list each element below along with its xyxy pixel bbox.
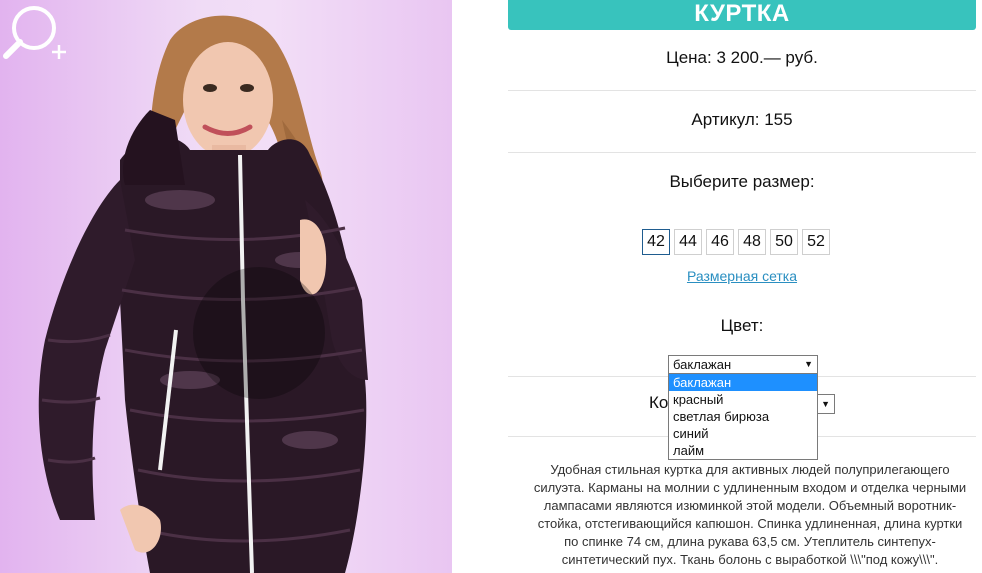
size-option-48[interactable]: 48 <box>738 229 766 255</box>
product-info-panel: КУРТКА Цена: 3 200.— руб. Артикул: 155 В… <box>508 0 976 573</box>
size-option-42[interactable]: 42 <box>642 229 670 255</box>
product-article: Артикул: 155 <box>691 110 793 129</box>
zoom-overlay[interactable] <box>193 267 325 399</box>
size-option-50[interactable]: 50 <box>770 229 798 255</box>
color-option-lime[interactable]: лайм <box>669 442 817 459</box>
color-option-red[interactable]: красный <box>669 391 817 408</box>
zoom-in-magnifier-icon[interactable] <box>0 0 72 72</box>
chevron-down-icon: ▼ <box>821 399 830 409</box>
size-option-44[interactable]: 44 <box>674 229 702 255</box>
quantity-label: Ко <box>649 393 669 412</box>
color-option-blue[interactable]: синий <box>669 425 817 442</box>
product-price: Цена: 3 200.— руб. <box>666 48 818 67</box>
size-selector: 42 44 46 48 50 52 <box>642 229 830 255</box>
color-option-eggplant[interactable]: баклажан <box>669 374 817 391</box>
size-option-52[interactable]: 52 <box>802 229 830 255</box>
chevron-down-icon: ▼ <box>804 359 813 369</box>
color-select[interactable]: баклажан ▼ <box>668 355 818 374</box>
divider <box>508 90 976 91</box>
size-option-46[interactable]: 46 <box>706 229 734 255</box>
product-photo[interactable] <box>0 0 452 573</box>
color-select-value: баклажан <box>673 357 732 372</box>
size-prompt: Выберите размер: <box>669 172 815 191</box>
color-dropdown-list[interactable]: баклажан красный светлая бирюза синий ла… <box>668 373 818 460</box>
divider <box>508 152 976 153</box>
color-option-light-turquoise[interactable]: светлая бирюза <box>669 408 817 425</box>
color-label: Цвет: <box>720 316 764 335</box>
product-description: Удобная стильная куртка для активных люд… <box>533 462 967 567</box>
size-chart-link[interactable]: Размерная сетка <box>508 268 976 284</box>
product-title: КУРТКА <box>508 0 976 30</box>
